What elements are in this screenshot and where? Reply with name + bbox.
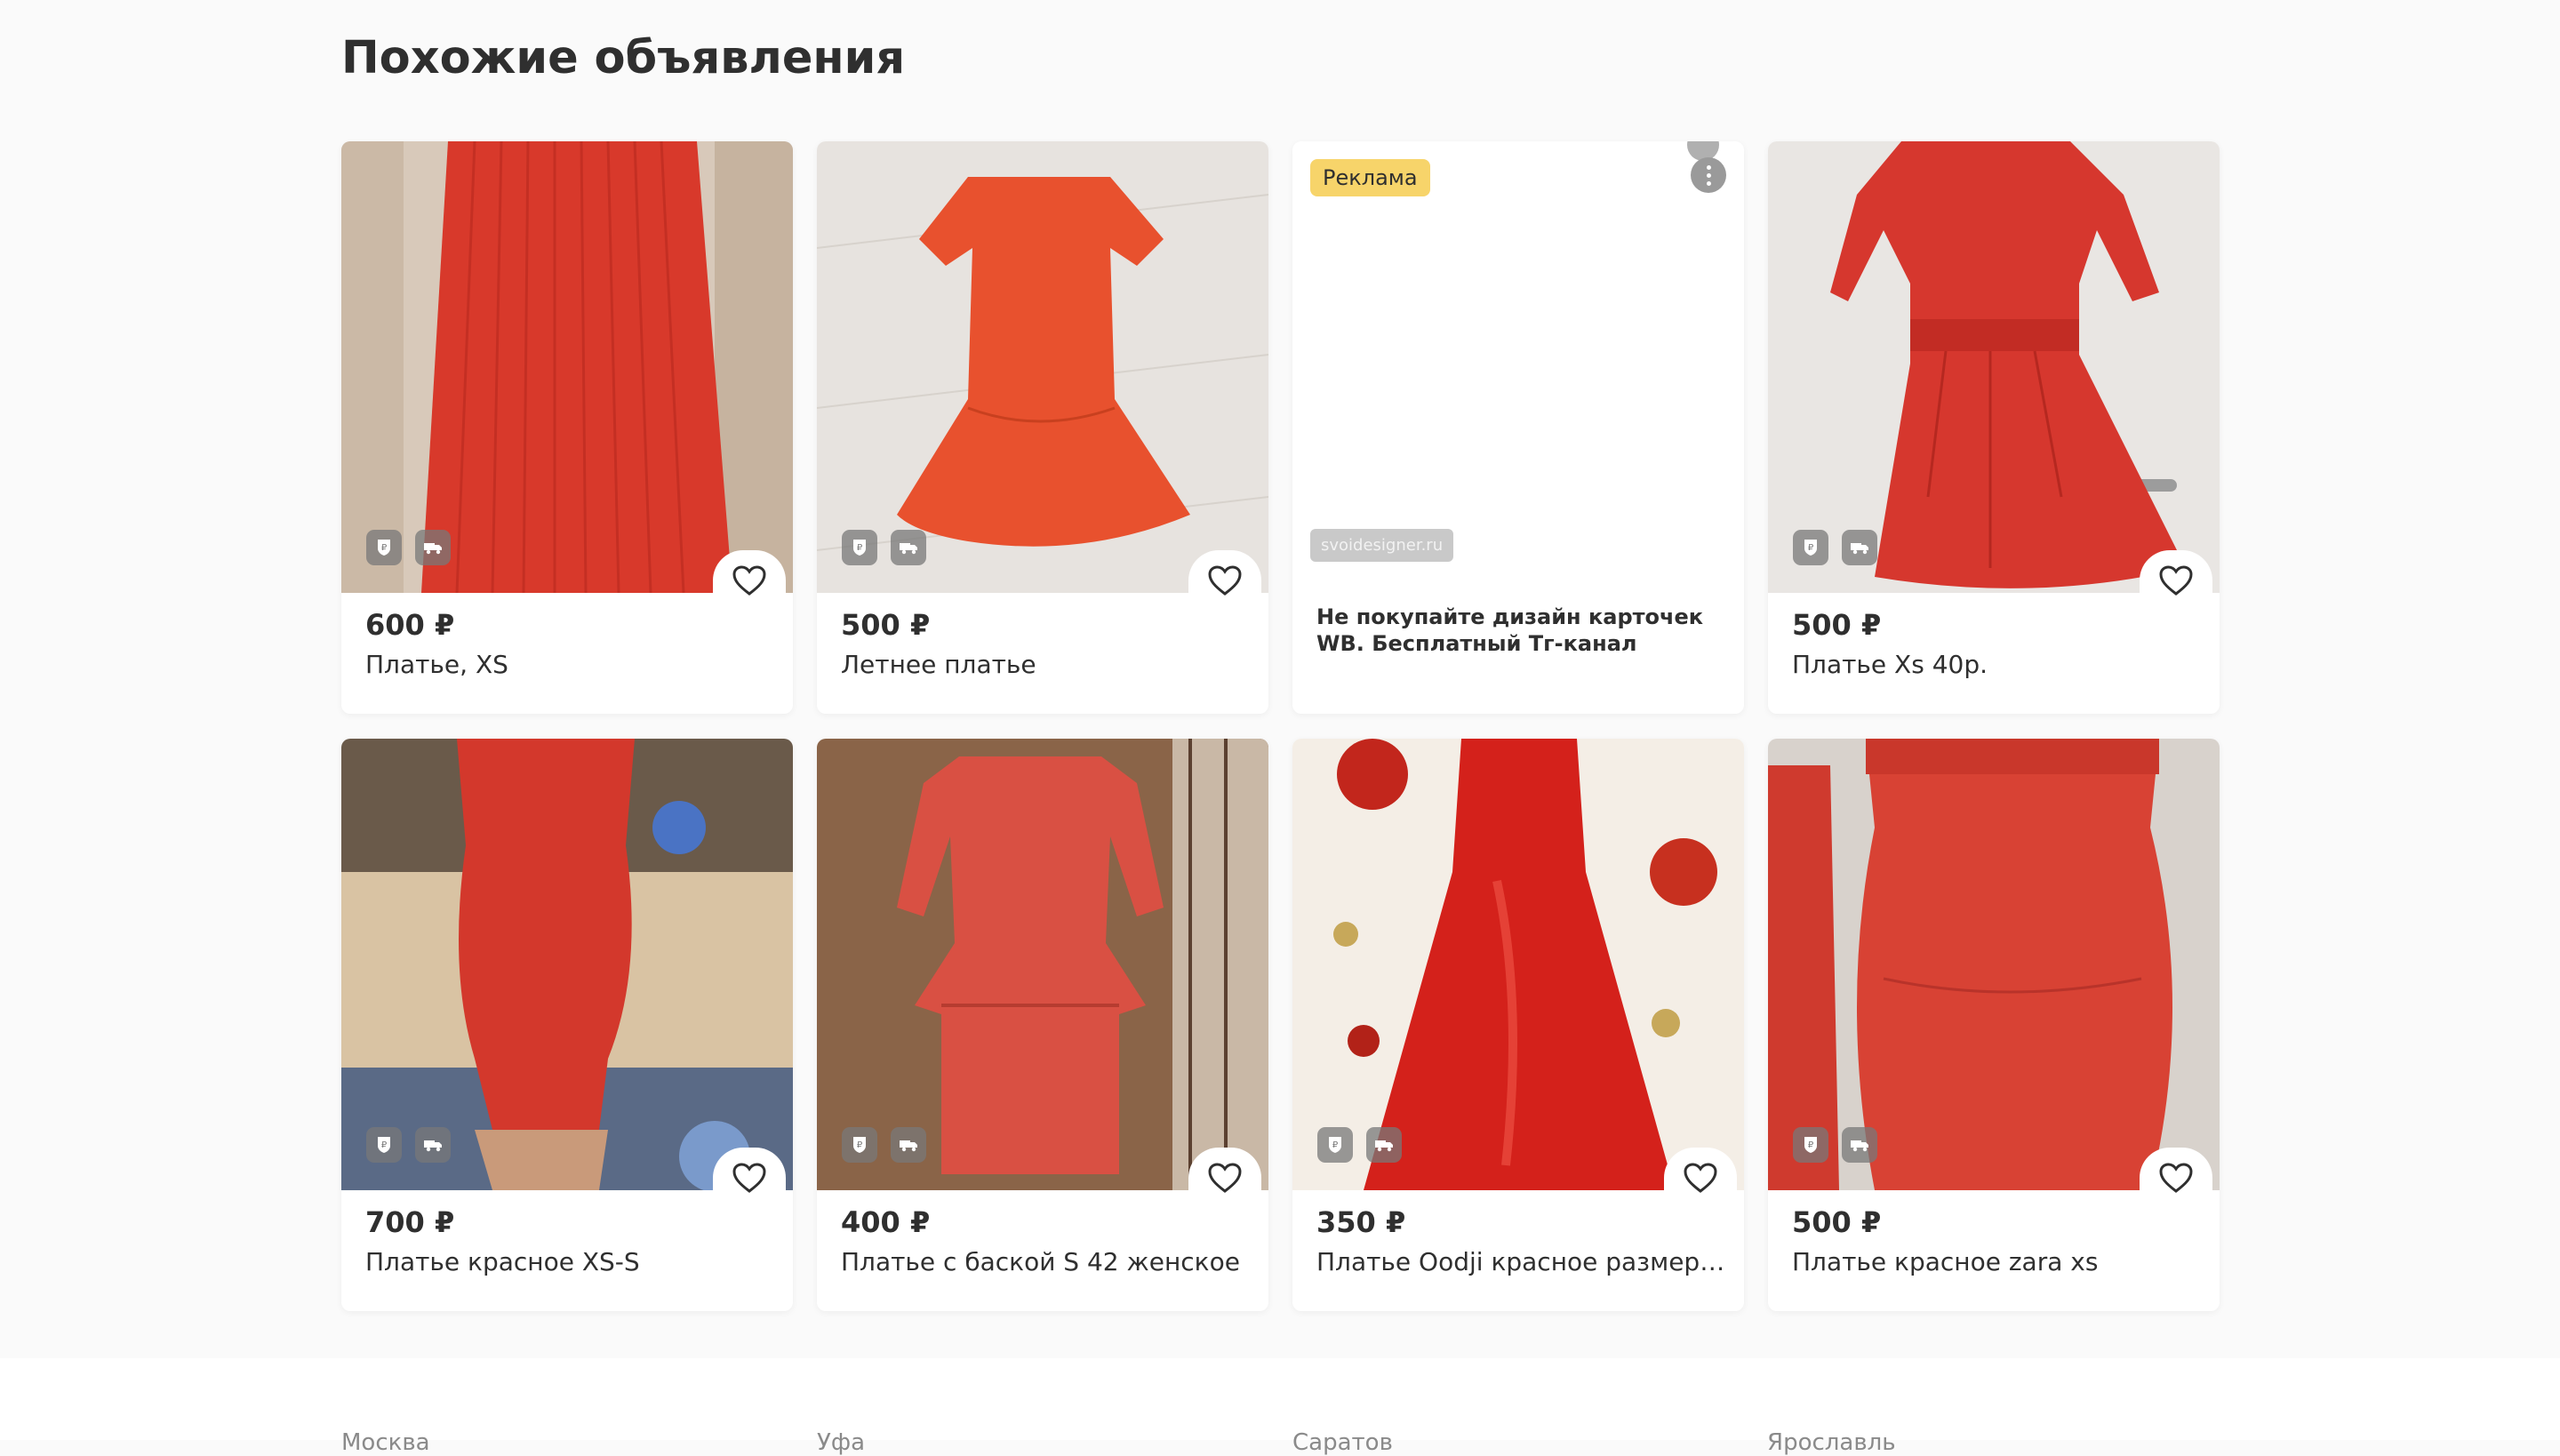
listing-price: 500 ₽ (1792, 608, 1882, 642)
listing-title[interactable]: Летнее платье (841, 650, 1250, 679)
listing-price: 600 ₽ (365, 608, 455, 642)
listing-title[interactable]: Платье, XS (365, 650, 774, 679)
ad-domain[interactable]: svoidesigner.ru (1310, 529, 1454, 562)
svg-text:₽: ₽ (857, 543, 863, 553)
listing-price: 400 ₽ (841, 1205, 931, 1239)
favorite-button[interactable] (2140, 550, 2212, 611)
listing-card[interactable]: ₽ 700 ₽ Платье красное XS-S (341, 739, 793, 1311)
favorite-button[interactable] (713, 550, 786, 611)
delivery-truck-icon (415, 1127, 451, 1163)
delivery-truck-icon (891, 1127, 926, 1163)
delivery-truck-icon (891, 530, 926, 565)
ad-label: Реклама (1310, 159, 1430, 196)
delivery-truck-icon (415, 530, 451, 565)
dress-photo-satin (1292, 739, 1744, 1190)
listing-price: 700 ₽ (365, 1205, 455, 1239)
footer-city-link[interactable]: Саратов (1292, 1429, 1393, 1456)
dress-photo-summer (817, 141, 1268, 593)
delivery-truck-icon (1842, 1127, 1877, 1163)
listing-badges: ₽ (842, 530, 926, 565)
heart-outline-icon (2159, 1163, 2193, 1193)
ad-text[interactable]: Не покупайте дизайн карточек WB. Бесплат… (1316, 604, 1725, 657)
listing-title[interactable]: Платье Oodji красное размер 42... (1316, 1247, 1725, 1276)
heart-outline-icon (1684, 1163, 1717, 1193)
listing-photo[interactable] (1768, 739, 2220, 1190)
svg-text:₽: ₽ (1332, 1140, 1339, 1150)
ruble-shield-icon: ₽ (1317, 1127, 1353, 1163)
listing-photo[interactable] (817, 141, 1268, 593)
dress-photo-peplum (817, 739, 1268, 1190)
listing-card[interactable]: ₽ 400 ₽ Платье с баской S 42 женское (817, 739, 1268, 1311)
favorite-button[interactable] (1664, 1148, 1737, 1208)
favorite-button[interactable] (1188, 1148, 1261, 1208)
listing-title[interactable]: Платье красное zara xs (1792, 1247, 2201, 1276)
ruble-shield-icon: ₽ (366, 530, 402, 565)
listing-photo[interactable] (341, 141, 793, 593)
listing-title[interactable]: Платье с баской S 42 женское (841, 1247, 1250, 1276)
favorite-button[interactable] (2140, 1148, 2212, 1208)
favorite-button[interactable] (713, 1148, 786, 1208)
listing-price: 500 ₽ (1792, 1205, 1882, 1239)
svg-text:₽: ₽ (857, 1140, 863, 1150)
ruble-shield-icon: ₽ (842, 1127, 877, 1163)
footer-city-link[interactable]: Москва (341, 1429, 430, 1456)
listing-card[interactable]: ₽ 500 ₽ Платье красное zara xs (1768, 739, 2220, 1311)
delivery-truck-icon (1366, 1127, 1402, 1163)
dress-photo-zara (1768, 739, 2220, 1190)
listing-photo[interactable] (1292, 739, 1744, 1190)
ruble-shield-icon: ₽ (1793, 1127, 1828, 1163)
heart-outline-icon (2159, 565, 2193, 596)
listing-badges: ₽ (1793, 530, 1877, 565)
listing-badges: ₽ (366, 1127, 451, 1163)
listing-badges: ₽ (1793, 1127, 1877, 1163)
listing-photo[interactable] (1768, 141, 2220, 593)
more-vertical-icon[interactable] (1691, 157, 1726, 193)
ruble-shield-icon: ₽ (1793, 530, 1828, 565)
ad-card[interactable]: Реклама svoidesigner.ru Не покупайте диз… (1292, 141, 1744, 714)
listings-grid: ₽ 600 ₽ Платье, XS ₽ 500 ₽ Летнее платье (341, 141, 2220, 1311)
ruble-shield-icon: ₽ (842, 530, 877, 565)
listing-card[interactable]: ₽ 350 ₽ Платье Oodji красное размер 42..… (1292, 739, 1744, 1311)
listing-title[interactable]: Платье красное XS-S (365, 1247, 774, 1276)
heart-outline-icon (1208, 565, 1242, 596)
listing-card[interactable]: ₽ 500 ₽ Платье Xs 40р. (1768, 141, 2220, 714)
footer-city-link[interactable]: Уфа (817, 1429, 865, 1456)
favorite-button[interactable] (1188, 550, 1261, 611)
dress-photo-pleated (341, 141, 793, 593)
svg-text:₽: ₽ (1808, 1140, 1814, 1150)
ruble-shield-icon: ₽ (366, 1127, 402, 1163)
heart-outline-icon (732, 565, 766, 596)
listing-title[interactable]: Платье Xs 40р. (1792, 650, 2201, 679)
svg-text:₽: ₽ (1808, 543, 1814, 553)
svg-text:₽: ₽ (381, 543, 388, 553)
listing-photo[interactable] (341, 739, 793, 1190)
delivery-truck-icon (1842, 530, 1877, 565)
svg-text:₽: ₽ (381, 1140, 388, 1150)
dress-photo-belted (1768, 141, 2220, 593)
listing-card[interactable]: ₽ 500 ₽ Летнее платье (817, 141, 1268, 714)
section-title: Похожие объявления (341, 32, 906, 84)
listing-badges: ₽ (1317, 1127, 1402, 1163)
listing-price: 500 ₽ (841, 608, 931, 642)
listing-card[interactable]: ₽ 600 ₽ Платье, XS (341, 141, 793, 714)
heart-outline-icon (1208, 1163, 1242, 1193)
listing-badges: ₽ (842, 1127, 926, 1163)
listing-badges: ₽ (366, 530, 451, 565)
footer-city-link[interactable]: Ярославль (1767, 1429, 1896, 1456)
footer: Москва Уфа Саратов Ярославль (0, 1358, 2560, 1456)
heart-outline-icon (732, 1163, 766, 1193)
listing-price: 350 ₽ (1316, 1205, 1406, 1239)
dress-photo-bodycon (341, 739, 793, 1190)
listing-photo[interactable] (817, 739, 1268, 1190)
